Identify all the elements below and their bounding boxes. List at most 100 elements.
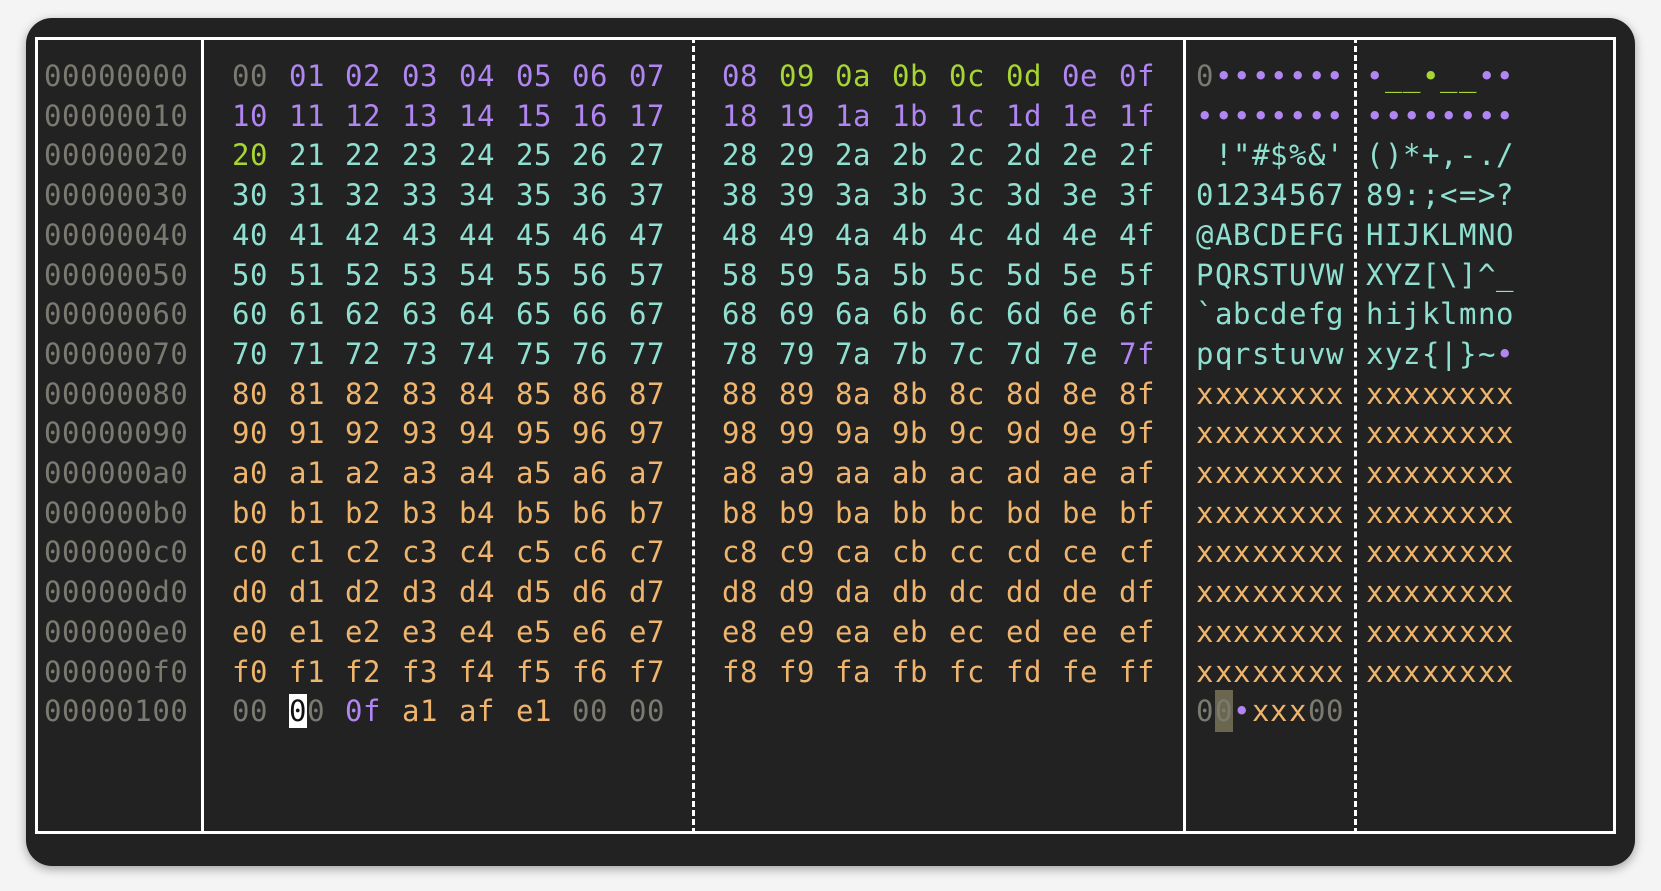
- hex-byte[interactable]: 37: [629, 174, 665, 216]
- hex-byte[interactable]: 36: [572, 174, 608, 216]
- hex-byte[interactable]: fe: [1062, 651, 1098, 693]
- ascii-char[interactable]: •: [1496, 333, 1514, 375]
- hex-byte[interactable]: 1b: [892, 95, 928, 137]
- ascii-char[interactable]: •: [1459, 95, 1477, 137]
- ascii-char[interactable]: •: [1326, 95, 1344, 137]
- hex-byte[interactable]: 8f: [1119, 373, 1155, 415]
- ascii-char[interactable]: 0: [1326, 690, 1344, 732]
- hex-byte[interactable]: 65: [516, 293, 552, 335]
- hex-byte[interactable]: 69: [779, 293, 815, 335]
- hex-byte[interactable]: f2: [345, 651, 381, 693]
- ascii-char[interactable]: _: [1385, 55, 1403, 97]
- hex-byte[interactable]: da: [835, 571, 871, 613]
- hex-byte[interactable]: 4d: [1006, 214, 1042, 256]
- hex-byte[interactable]: 11: [289, 95, 325, 137]
- hex-byte[interactable]: 9a: [835, 412, 871, 454]
- hex-byte[interactable]: b9: [779, 492, 815, 534]
- ascii-char[interactable]: y: [1385, 333, 1403, 375]
- hex-byte[interactable]: b8: [722, 492, 758, 534]
- hex-byte[interactable]: 00: [629, 690, 665, 732]
- ascii-char[interactable]: ;: [1422, 174, 1440, 216]
- hex-byte[interactable]: 83: [402, 373, 438, 415]
- hex-byte[interactable]: be: [1062, 492, 1098, 534]
- ascii-char[interactable]: x: [1403, 452, 1421, 494]
- hex-byte[interactable]: f3: [402, 651, 438, 693]
- hex-byte[interactable]: 75: [516, 333, 552, 375]
- ascii-char[interactable]: x: [1403, 651, 1421, 693]
- hex-byte[interactable]: ac: [949, 452, 985, 494]
- ascii-char[interactable]: x: [1478, 452, 1496, 494]
- hex-byte[interactable]: 67: [629, 293, 665, 335]
- hex-byte[interactable]: b0: [232, 492, 268, 534]
- ascii-char[interactable]: k: [1422, 293, 1440, 335]
- ascii-char[interactable]: ': [1326, 134, 1344, 176]
- ascii-char[interactable]: x: [1252, 412, 1270, 454]
- hex-byte[interactable]: 82: [345, 373, 381, 415]
- ascii-char[interactable]: x: [1233, 373, 1251, 415]
- ascii-char[interactable]: B: [1233, 214, 1251, 256]
- hex-byte[interactable]: b1: [289, 492, 325, 534]
- ascii-char[interactable]: x: [1196, 492, 1214, 534]
- ascii-char[interactable]: i: [1385, 293, 1403, 335]
- hex-byte[interactable]: 5a: [835, 254, 871, 296]
- hex-byte[interactable]: dd: [1006, 571, 1042, 613]
- ascii-char[interactable]: x: [1233, 492, 1251, 534]
- ascii-char[interactable]: x: [1233, 412, 1251, 454]
- ascii-char[interactable]: •: [1252, 55, 1270, 97]
- ascii-char[interactable]: x: [1366, 571, 1384, 613]
- ascii-char[interactable]: _: [1496, 254, 1514, 296]
- ascii-char[interactable]: x: [1308, 651, 1326, 693]
- hex-byte[interactable]: e1: [516, 690, 552, 732]
- ascii-char[interactable]: [1196, 134, 1214, 176]
- ascii-char[interactable]: •: [1233, 55, 1251, 97]
- hex-byte[interactable]: b4: [459, 492, 495, 534]
- hex-byte[interactable]: 86: [572, 373, 608, 415]
- ascii-char[interactable]: x: [1196, 412, 1214, 454]
- ascii-char[interactable]: x: [1215, 492, 1233, 534]
- ascii-char[interactable]: r: [1233, 333, 1251, 375]
- hex-byte[interactable]: 9c: [949, 412, 985, 454]
- ascii-char[interactable]: 9: [1385, 174, 1403, 216]
- hex-byte[interactable]: a1: [289, 452, 325, 494]
- hex-byte[interactable]: e2: [345, 611, 381, 653]
- ascii-char[interactable]: m: [1459, 293, 1477, 335]
- hex-byte[interactable]: d9: [779, 571, 815, 613]
- ascii-char[interactable]: N: [1478, 214, 1496, 256]
- hex-byte[interactable]: 58: [722, 254, 758, 296]
- ascii-char[interactable]: x: [1252, 690, 1270, 732]
- ascii-char[interactable]: x: [1366, 373, 1384, 415]
- hex-byte[interactable]: ee: [1062, 611, 1098, 653]
- hex-byte[interactable]: bd: [1006, 492, 1042, 534]
- hex-byte[interactable]: 8b: [892, 373, 928, 415]
- hex-byte[interactable]: 00: [232, 55, 268, 97]
- hex-byte[interactable]: e6: [572, 611, 608, 653]
- ascii-char[interactable]: e: [1289, 293, 1307, 335]
- ascii-char[interactable]: .: [1478, 134, 1496, 176]
- ascii-char[interactable]: b: [1233, 293, 1251, 335]
- ascii-char[interactable]: •: [1308, 55, 1326, 97]
- ascii-char[interactable]: x: [1233, 611, 1251, 653]
- hex-byte[interactable]: 5e: [1062, 254, 1098, 296]
- ascii-char[interactable]: =: [1459, 174, 1477, 216]
- hex-byte[interactable]: e3: [402, 611, 438, 653]
- ascii-char[interactable]: x: [1496, 571, 1514, 613]
- hex-byte[interactable]: 84: [459, 373, 495, 415]
- hex-byte[interactable]: 9e: [1062, 412, 1098, 454]
- hex-byte[interactable]: 04: [459, 55, 495, 97]
- hex-byte[interactable]: 29: [779, 134, 815, 176]
- ascii-char[interactable]: x: [1422, 452, 1440, 494]
- ascii-char[interactable]: x: [1252, 373, 1270, 415]
- ascii-char[interactable]: *: [1403, 134, 1421, 176]
- ascii-char[interactable]: Q: [1215, 254, 1233, 296]
- ascii-char[interactable]: >: [1478, 174, 1496, 216]
- hex-byte[interactable]: 05: [516, 55, 552, 97]
- hex-byte[interactable]: a3: [402, 452, 438, 494]
- ascii-char[interactable]: •: [1366, 95, 1384, 137]
- ascii-char[interactable]: x: [1403, 531, 1421, 573]
- ascii-char[interactable]: x: [1459, 651, 1477, 693]
- ascii-char[interactable]: x: [1366, 452, 1384, 494]
- hex-byte[interactable]: d4: [459, 571, 495, 613]
- hex-byte[interactable]: 4e: [1062, 214, 1098, 256]
- ascii-char[interactable]: •: [1308, 95, 1326, 137]
- ascii-char[interactable]: `: [1196, 293, 1214, 335]
